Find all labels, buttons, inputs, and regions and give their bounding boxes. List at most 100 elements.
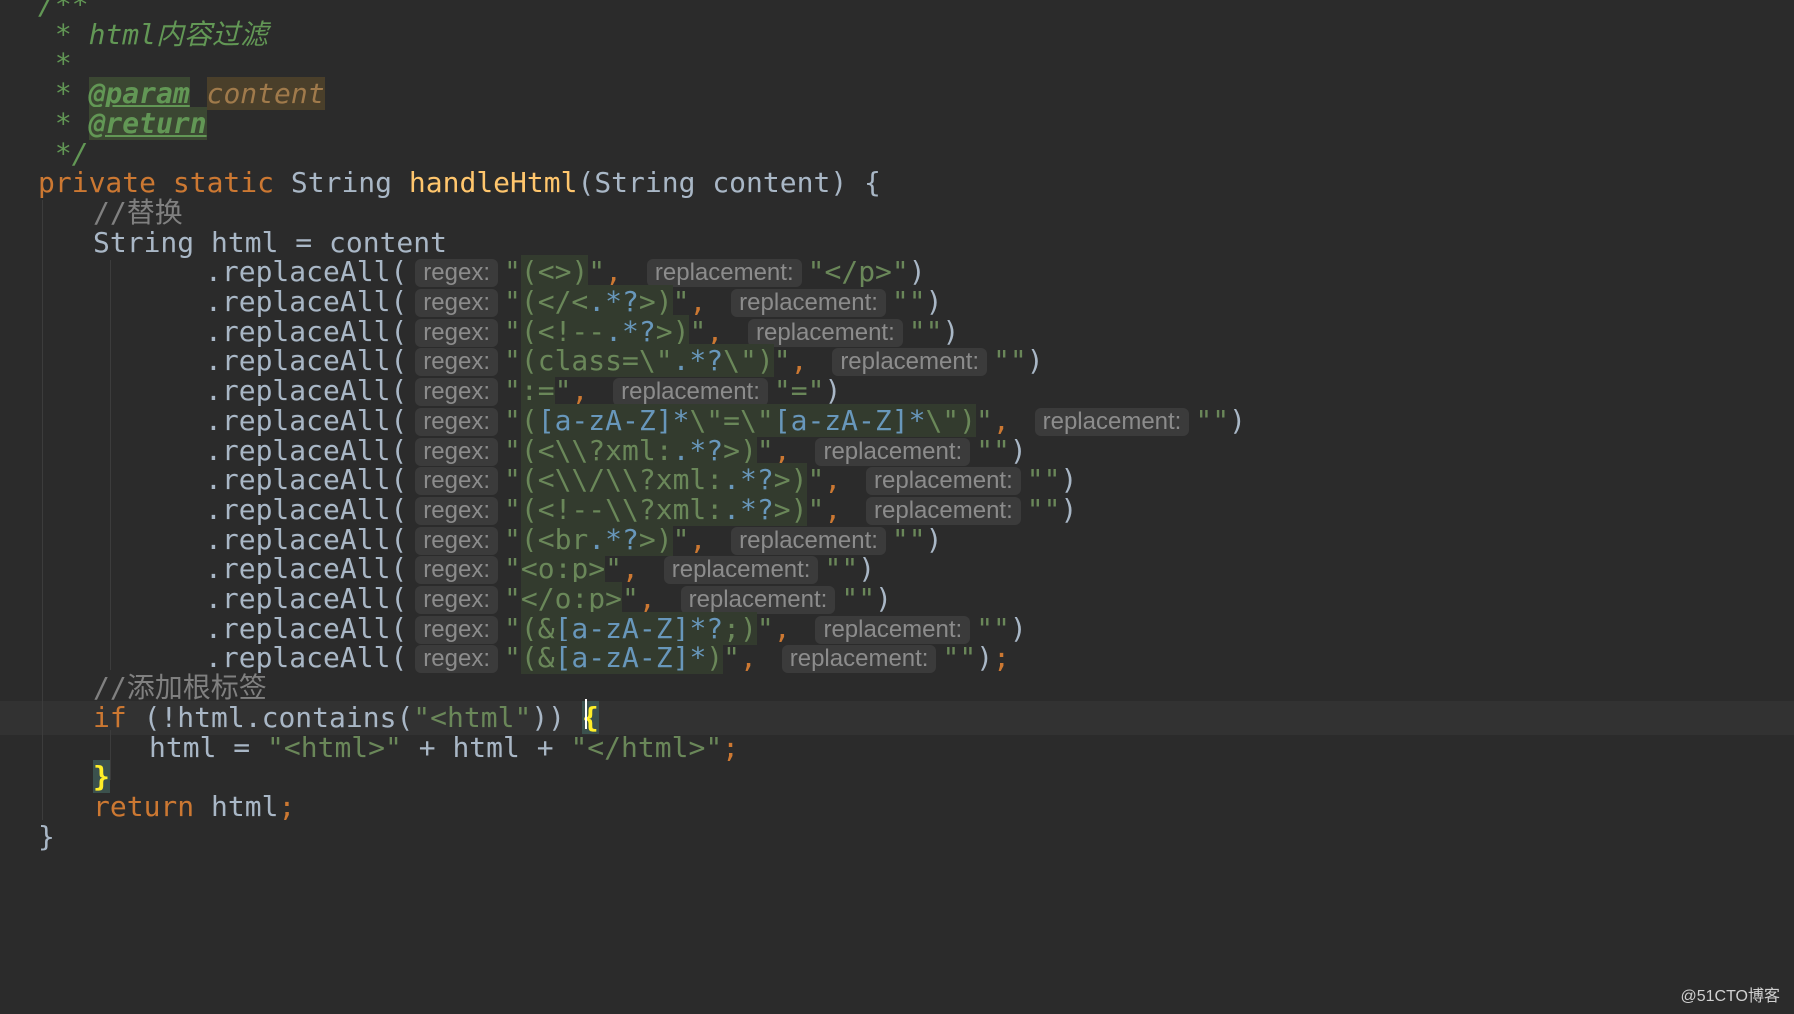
code-token: .replaceAll( <box>205 641 408 675</box>
code-token: return <box>93 789 212 823</box>
code-token: .replaceAll( <box>205 492 408 526</box>
code-token: " <box>504 255 521 289</box>
code-token: , <box>773 433 808 467</box>
code-token: + html + <box>401 730 571 764</box>
code-token: , <box>689 522 724 556</box>
parameter-hint: replacement: <box>731 526 886 555</box>
code-token: .*? <box>723 492 774 526</box>
code-token: " <box>504 463 521 497</box>
code-token: "" <box>891 522 926 556</box>
code-token: } <box>93 760 110 794</box>
code-token: " <box>622 582 639 615</box>
code-token: >) <box>773 492 808 526</box>
code-token: .replaceAll( <box>205 403 408 437</box>
code-token: * html内容过滤 <box>38 17 269 51</box>
code-token: (</< <box>520 285 589 318</box>
code-token: ) <box>1026 344 1044 378</box>
code-token: " <box>504 433 521 467</box>
code-token: (<>) <box>520 255 589 289</box>
code-token: " <box>504 492 521 526</box>
code-token: */ <box>38 136 89 170</box>
code-line[interactable]: } <box>0 820 1794 854</box>
code-token: (!html.contains( <box>143 700 414 734</box>
code-token: "" <box>993 344 1027 378</box>
code-token: ; <box>993 641 1010 675</box>
parameter-hint: regex: <box>415 496 498 525</box>
code-token: ) <box>1229 403 1246 437</box>
code-token: .*? <box>723 463 774 497</box>
code-token: .replaceAll( <box>205 433 408 467</box>
code-token: .replaceAll( <box>205 344 408 378</box>
code-token: >) <box>655 314 690 348</box>
code-token: ) <box>1060 463 1078 497</box>
code-token: .*? <box>588 522 639 556</box>
code-token: ) <box>908 255 926 289</box>
code-token: (& <box>520 611 555 645</box>
parameter-hint: regex: <box>415 467 498 496</box>
code-token: (& <box>520 641 555 675</box>
code-token: ; <box>722 730 740 764</box>
code-token: ) <box>925 285 943 318</box>
code-token: " <box>756 611 774 645</box>
code-token: .replaceAll( <box>205 552 408 586</box>
code-token: .*? <box>672 344 724 378</box>
code-token: ) <box>1060 492 1078 526</box>
code-token: ) <box>706 641 724 675</box>
parameter-hint: replacement: <box>866 467 1021 496</box>
code-token: @return <box>88 106 207 140</box>
code-token: ) <box>925 522 943 556</box>
code-token: " <box>672 522 690 556</box>
code-token: ; <box>278 789 296 823</box>
code-token: , <box>992 403 1027 437</box>
code-token: "" <box>824 552 859 586</box>
parameter-hint: replacement: <box>646 259 802 288</box>
parameter-hint: regex: <box>415 289 498 317</box>
parameter-hint: replacement: <box>781 645 937 674</box>
code-token: content <box>206 77 325 111</box>
code-token: } <box>38 819 55 853</box>
code-editor[interactable]: /** * html内容过滤 * * @param content * @ret… <box>0 0 1794 1014</box>
code-token: "" <box>942 641 977 675</box>
parameter-hint: regex: <box>415 645 498 674</box>
parameter-hint: replacement: <box>815 615 971 644</box>
code-token: " <box>504 403 521 437</box>
code-token: (<!-- <box>520 314 606 348</box>
parameter-hint: replacement: <box>748 318 903 347</box>
code-token: " <box>723 641 741 675</box>
code-token: >) <box>638 522 673 556</box>
code-token: , <box>622 552 656 586</box>
indent-guide <box>110 730 111 780</box>
code-token: ;) <box>723 611 757 645</box>
parameter-hint: regex: <box>415 407 498 436</box>
code-token: "" <box>841 582 876 615</box>
code-token: , <box>706 314 741 348</box>
parameter-hint: regex: <box>415 615 498 644</box>
code-token: ) <box>976 641 994 675</box>
code-token: if <box>93 700 144 734</box>
code-token: (class=\" <box>520 344 673 378</box>
code-token: "</html>" <box>570 730 723 764</box>
code-token: ) <box>942 314 960 348</box>
code-token: )) <box>531 700 582 734</box>
code-token: ) <box>824 374 842 408</box>
code-token: " <box>672 285 690 318</box>
watermark: @51CTO博客 <box>1680 988 1780 1005</box>
code-token: //替换 <box>93 195 183 229</box>
code-token: "" <box>976 611 1010 645</box>
parameter-hint: replacement: <box>832 348 988 377</box>
code-token: ) <box>1009 611 1027 645</box>
code-token: " <box>504 582 521 615</box>
code-token: //添加根标签 <box>93 671 267 705</box>
parameter-hint: replacement: <box>1034 407 1190 436</box>
code-token: " <box>554 374 572 408</box>
code-token: , <box>605 255 639 289</box>
code-token: \") <box>723 344 774 378</box>
code-token: html <box>211 789 279 823</box>
code-token: </o:p> <box>520 582 623 615</box>
code-token: " <box>504 285 521 318</box>
code-token: .*? <box>588 285 639 318</box>
code-token: (<br <box>520 522 589 556</box>
code-token: (<\\/\\?xml: <box>520 463 724 497</box>
code-token: [a-zA-Z]* <box>773 403 926 437</box>
